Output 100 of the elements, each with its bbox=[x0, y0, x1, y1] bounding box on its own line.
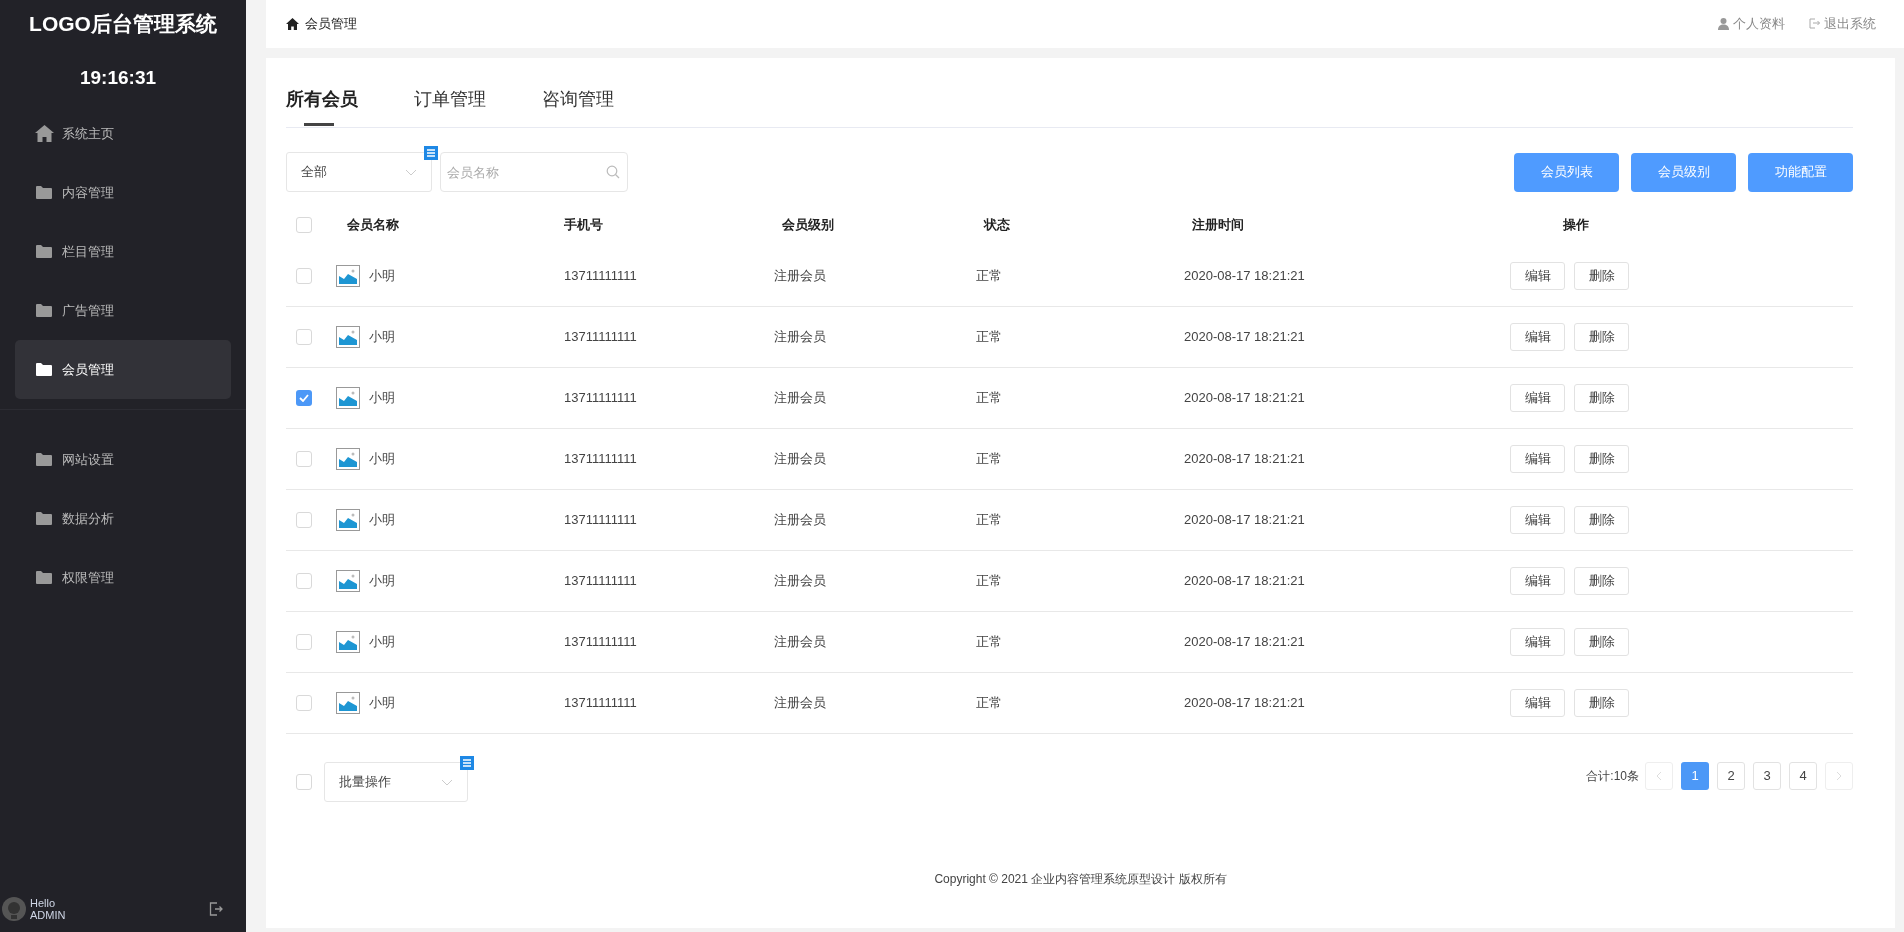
checkbox[interactable] bbox=[296, 573, 312, 589]
user-name: ADMIN bbox=[30, 908, 66, 921]
row-action-button[interactable]: 编辑 bbox=[1510, 567, 1565, 595]
top-link[interactable]: 个人资料 bbox=[1718, 14, 1785, 34]
checkbox[interactable] bbox=[296, 217, 312, 233]
logout-icon bbox=[1809, 18, 1820, 30]
logo: LOGO后台管理系统 bbox=[29, 11, 217, 37]
row-action-button[interactable]: 编辑 bbox=[1510, 323, 1565, 351]
row-action-button[interactable]: 编辑 bbox=[1510, 384, 1565, 412]
page-button[interactable]: 4 bbox=[1789, 762, 1817, 790]
member-level: 注册会员 bbox=[774, 329, 826, 345]
member-status: 正常 bbox=[976, 695, 1002, 711]
checkbox[interactable] bbox=[296, 512, 312, 528]
page-button[interactable]: 2 bbox=[1717, 762, 1745, 790]
folder-icon bbox=[36, 363, 52, 376]
row-action-button[interactable]: 编辑 bbox=[1510, 445, 1565, 473]
member-status: 正常 bbox=[976, 634, 1002, 650]
bulk-action-select[interactable]: 批量操作 bbox=[324, 762, 468, 802]
member-name: 小明 bbox=[369, 389, 395, 408]
member-status: 正常 bbox=[976, 329, 1002, 345]
folder-icon bbox=[36, 304, 52, 317]
sidebar-item[interactable]: 会员管理 bbox=[15, 340, 231, 399]
member-level: 注册会员 bbox=[774, 512, 826, 528]
checkbox[interactable] bbox=[296, 695, 312, 711]
image-icon bbox=[336, 509, 360, 531]
checkbox[interactable] bbox=[296, 268, 312, 284]
sidebar-item[interactable]: 内容管理 bbox=[15, 163, 231, 222]
tab[interactable]: 所有会员 bbox=[286, 86, 358, 127]
home-icon bbox=[286, 18, 299, 30]
checkbox[interactable] bbox=[296, 329, 312, 345]
row-action-button[interactable]: 编辑 bbox=[1510, 628, 1565, 656]
sidebar-item[interactable]: 系统主页 bbox=[15, 104, 231, 163]
row-action-button[interactable]: 删除 bbox=[1574, 567, 1629, 595]
row-action-button[interactable]: 编辑 bbox=[1510, 506, 1565, 534]
image-icon bbox=[336, 265, 360, 287]
checkbox[interactable] bbox=[296, 451, 312, 467]
row-action-button[interactable]: 删除 bbox=[1574, 445, 1629, 473]
row-action-button[interactable]: 删除 bbox=[1574, 628, 1629, 656]
folder-icon bbox=[36, 512, 52, 525]
category-select[interactable]: 全部 bbox=[286, 152, 432, 192]
member-name: 小明 bbox=[369, 694, 395, 713]
register-time: 2020-08-17 18:21:21 bbox=[1184, 390, 1305, 406]
total-count: 合计:10条 bbox=[1586, 768, 1639, 785]
checkbox[interactable] bbox=[296, 774, 312, 790]
member-level: 注册会员 bbox=[774, 573, 826, 589]
sidebar-item[interactable]: 权限管理 bbox=[15, 548, 231, 607]
phone-number: 13711111111 bbox=[564, 451, 637, 467]
row-action-button[interactable]: 删除 bbox=[1574, 384, 1629, 412]
member-level: 注册会员 bbox=[774, 390, 826, 406]
member-name: 小明 bbox=[369, 511, 395, 530]
chevron-right-icon bbox=[1836, 771, 1842, 781]
list-icon[interactable] bbox=[424, 146, 438, 160]
phone-number: 13711111111 bbox=[564, 268, 637, 284]
top-link[interactable]: 退出系统 bbox=[1809, 14, 1876, 34]
column-header: 操作 bbox=[1563, 217, 1589, 233]
checkbox[interactable] bbox=[296, 634, 312, 650]
previous-page-button[interactable] bbox=[1645, 762, 1673, 790]
copyright: Copyright © 2021 企业内容管理系统原型设计 版权所有 bbox=[934, 871, 1227, 888]
sidebar-item[interactable]: 网站设置 bbox=[15, 430, 231, 489]
image-icon bbox=[336, 387, 360, 409]
home-icon bbox=[34, 125, 54, 142]
column-header: 会员名称 bbox=[347, 217, 399, 233]
image-icon bbox=[336, 326, 360, 348]
page-button[interactable]: 3 bbox=[1753, 762, 1781, 790]
phone-number: 13711111111 bbox=[564, 390, 637, 406]
checkbox[interactable] bbox=[296, 390, 312, 406]
tab[interactable]: 订单管理 bbox=[414, 86, 486, 127]
register-time: 2020-08-17 18:21:21 bbox=[1184, 512, 1305, 528]
row-action-button[interactable]: 删除 bbox=[1574, 506, 1629, 534]
member-name: 小明 bbox=[369, 328, 395, 347]
member-level: 注册会员 bbox=[774, 451, 826, 467]
phone-number: 13711111111 bbox=[564, 695, 637, 711]
next-page-button[interactable] bbox=[1825, 762, 1853, 790]
chevron-down-icon bbox=[441, 778, 453, 786]
member-status: 正常 bbox=[976, 451, 1002, 467]
row-action-button[interactable]: 删除 bbox=[1574, 323, 1629, 351]
folder-icon bbox=[36, 245, 52, 258]
sidebar-item[interactable]: 数据分析 bbox=[15, 489, 231, 548]
tab[interactable]: 咨询管理 bbox=[542, 86, 614, 127]
image-icon bbox=[336, 692, 360, 714]
chevron-down-icon bbox=[405, 168, 417, 176]
logout-icon[interactable] bbox=[208, 900, 224, 917]
row-action-button[interactable]: 删除 bbox=[1574, 689, 1629, 717]
breadcrumb[interactable]: 会员管理 bbox=[305, 14, 357, 34]
row-action-button[interactable]: 删除 bbox=[1574, 262, 1629, 290]
row-action-button[interactable]: 编辑 bbox=[1510, 262, 1565, 290]
column-header: 手机号 bbox=[564, 217, 603, 233]
search-field[interactable]: 会员名称 bbox=[440, 152, 628, 192]
list-icon[interactable] bbox=[460, 756, 474, 770]
sidebar-item[interactable]: 广告管理 bbox=[15, 281, 231, 340]
member-status: 正常 bbox=[976, 573, 1002, 589]
folder-icon bbox=[36, 453, 52, 466]
register-time: 2020-08-17 18:21:21 bbox=[1184, 695, 1305, 711]
member-level: 注册会员 bbox=[774, 268, 826, 284]
phone-number: 13711111111 bbox=[564, 329, 637, 345]
search-icon bbox=[606, 165, 620, 179]
row-action-button[interactable]: 编辑 bbox=[1510, 689, 1565, 717]
chevron-left-icon bbox=[1656, 771, 1662, 781]
phone-number: 13711111111 bbox=[564, 573, 637, 589]
sidebar-item[interactable]: 栏目管理 bbox=[15, 222, 231, 281]
